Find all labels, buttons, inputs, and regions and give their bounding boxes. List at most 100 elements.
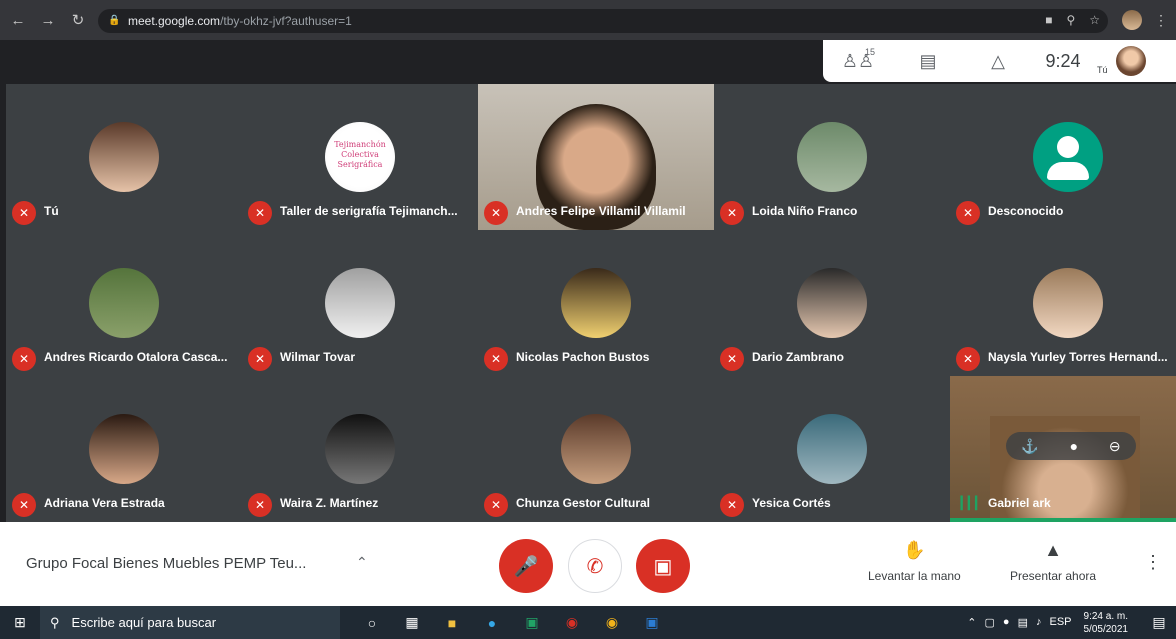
participant-avatar: Tejimanchón Colectiva Serigráfica: [325, 122, 395, 192]
participant-tile[interactable]: ✕ Chunza Gestor Cultural: [478, 376, 714, 522]
participant-tile[interactable]: ✕ Adriana Vera Estrada: [6, 376, 242, 522]
participant-tile[interactable]: ✕ Andres Ricardo Otalora Casca...: [6, 230, 242, 376]
remove-icon[interactable]: ⊖: [1109, 438, 1121, 455]
participant-name: Loida Niño Franco: [752, 204, 858, 218]
participant-name: Adriana Vera Estrada: [44, 496, 165, 510]
taskbar-date: 5/05/2021: [1083, 623, 1129, 635]
browser-toolbar: ← → ↻ 🔒 meet.google.com /tby-okhz-jvf?au…: [0, 0, 1176, 40]
back-icon[interactable]: ←: [6, 8, 30, 32]
forward-icon[interactable]: →: [36, 8, 60, 32]
participant-avatar: [797, 122, 867, 192]
participant-tile[interactable]: ✕ Wilmar Tovar: [242, 230, 478, 376]
participants-button[interactable]: ♙♙ 15: [823, 47, 893, 72]
mic-muted-icon: ✕: [956, 201, 980, 225]
file-explorer-icon[interactable]: ■: [434, 606, 470, 639]
notifications-icon[interactable]: ▤: [1142, 614, 1176, 631]
search-placeholder: Escribe aquí para buscar: [71, 615, 217, 630]
participant-name: Desconocido: [988, 204, 1064, 218]
meet-time: 9:24: [1045, 50, 1081, 71]
participant-name: Yesica Cortés: [752, 496, 831, 510]
participant-tile[interactable]: ✕ Tú: [6, 84, 242, 230]
network-icon[interactable]: ▤: [1018, 616, 1028, 629]
participant-name: Taller de serigrafía Tejimanch...: [280, 204, 458, 218]
present-icon: ▲: [1044, 540, 1062, 560]
meet-panel: ♙♙ 15 ▤ △ 9:24 Tú: [823, 40, 1176, 82]
participant-name: Chunza Gestor Cultural: [516, 496, 651, 510]
participant-tile[interactable]: ⚓ ● ⊖ ┃┃┃ Gabriel ark: [950, 376, 1176, 522]
participant-avatar: [1033, 268, 1103, 338]
cortana-icon[interactable]: ○: [354, 606, 390, 639]
hand-icon: ✋: [903, 540, 926, 560]
mic-off-icon: 🎤: [513, 555, 539, 578]
logo-text: Tejimanchón Colectiva Serigráfica: [334, 140, 386, 169]
participant-name: Andres Felipe Villamil Villamil: [516, 204, 686, 218]
menu-icon[interactable]: ⋮: [1154, 12, 1168, 29]
excel-icon[interactable]: ▣: [514, 606, 550, 639]
chrome-icon[interactable]: ◉: [594, 606, 630, 639]
mic-toggle-button[interactable]: 🎤: [499, 539, 553, 593]
record-app-icon[interactable]: ◉: [554, 606, 590, 639]
lock-icon: 🔒: [108, 15, 121, 26]
mic-tray-icon[interactable]: ●: [1003, 616, 1010, 629]
edge-icon[interactable]: ●: [474, 606, 510, 639]
windows-start-icon[interactable]: ⊞: [0, 606, 40, 639]
reload-icon[interactable]: ↻: [66, 8, 90, 32]
participant-avatar: [89, 122, 159, 192]
mic-icon[interactable]: ●: [1070, 438, 1078, 454]
present-button[interactable]: ▲ Presentar ahora: [1010, 540, 1096, 583]
participant-tile[interactable]: ✕ Waira Z. Martínez: [242, 376, 478, 522]
participant-avatar: [561, 414, 631, 484]
participant-name: Andres Ricardo Otalora Casca...: [44, 350, 228, 364]
chevron-up-icon[interactable]: ⌃: [356, 554, 368, 571]
activities-button[interactable]: △: [963, 51, 1033, 72]
pin-icon[interactable]: ⚓: [1021, 438, 1038, 455]
audio-level-icon: ┃┃┃: [958, 496, 980, 510]
mic-muted-icon: ✕: [484, 493, 508, 517]
device-icon[interactable]: ▢: [985, 616, 995, 629]
participant-tile[interactable]: ✕ Andres Felipe Villamil Villamil: [478, 84, 714, 230]
taskbar-clock[interactable]: 9:24 a. m. 5/05/2021: [1084, 610, 1129, 636]
camera-off-icon: ▣: [653, 555, 673, 578]
meet-topbar: ♙♙ 15 ▤ △ 9:24 Tú: [0, 40, 1176, 84]
raise-hand-button[interactable]: ✋ Levantar la mano: [868, 540, 961, 583]
participant-avatar: [89, 414, 159, 484]
participant-tile[interactable]: Tejimanchón Colectiva Serigráfica ✕ Taller…: [242, 84, 478, 230]
participant-name: Naysla Yurley Torres Hernand...: [988, 350, 1168, 364]
word-icon[interactable]: ▣: [634, 606, 670, 639]
chevron-up-tray-icon[interactable]: ⌃: [967, 616, 976, 629]
participant-avatar: [89, 268, 159, 338]
participant-name: Gabriel ark: [988, 496, 1051, 510]
participant-name: Wilmar Tovar: [280, 350, 356, 364]
address-bar[interactable]: 🔒 meet.google.com /tby-okhz-jvf?authuser…: [98, 9, 1108, 33]
participant-tile[interactable]: ✕ Loida Niño Franco: [714, 84, 950, 230]
camera-indicator-icon[interactable]: ■: [1045, 13, 1052, 27]
meeting-title[interactable]: Grupo Focal Bienes Muebles PEMP Teu...: [26, 555, 306, 572]
more-options-icon[interactable]: ⋮: [1144, 552, 1162, 573]
participant-tile[interactable]: ✕ Desconocido: [950, 84, 1176, 230]
self-avatar[interactable]: [1115, 46, 1146, 76]
mic-muted-icon: ✕: [12, 493, 36, 517]
mic-muted-icon: ✕: [720, 347, 744, 371]
zoom-icon[interactable]: ⚲: [1066, 13, 1075, 27]
mic-muted-icon: ✕: [12, 347, 36, 371]
camera-toggle-button[interactable]: ▣: [636, 539, 690, 593]
chat-button[interactable]: ▤: [893, 51, 963, 72]
volume-icon[interactable]: ♪: [1036, 616, 1042, 629]
participant-tile[interactable]: ✕ Dario Zambrano: [714, 230, 950, 376]
participant-tile[interactable]: ✕ Yesica Cortés: [714, 376, 950, 522]
mic-muted-icon: ✕: [484, 347, 508, 371]
bookmark-star-icon[interactable]: ☆: [1089, 13, 1100, 27]
shapes-icon: △: [991, 50, 1005, 71]
participant-avatar: [325, 414, 395, 484]
chat-icon: ▤: [919, 50, 937, 71]
leave-call-button[interactable]: ✆: [568, 539, 622, 593]
participant-avatar: [561, 268, 631, 338]
participants-count: 15: [865, 46, 876, 57]
task-view-icon[interactable]: ▦: [394, 606, 430, 639]
participant-tile[interactable]: ✕ Naysla Yurley Torres Hernand...: [950, 230, 1176, 376]
taskbar-search[interactable]: ⚲ Escribe aquí para buscar: [40, 606, 340, 639]
language-indicator[interactable]: ESP: [1049, 616, 1071, 629]
profile-avatar[interactable]: [1122, 10, 1142, 30]
participant-avatar: [325, 268, 395, 338]
participant-tile[interactable]: ✕ Nicolas Pachon Bustos: [478, 230, 714, 376]
